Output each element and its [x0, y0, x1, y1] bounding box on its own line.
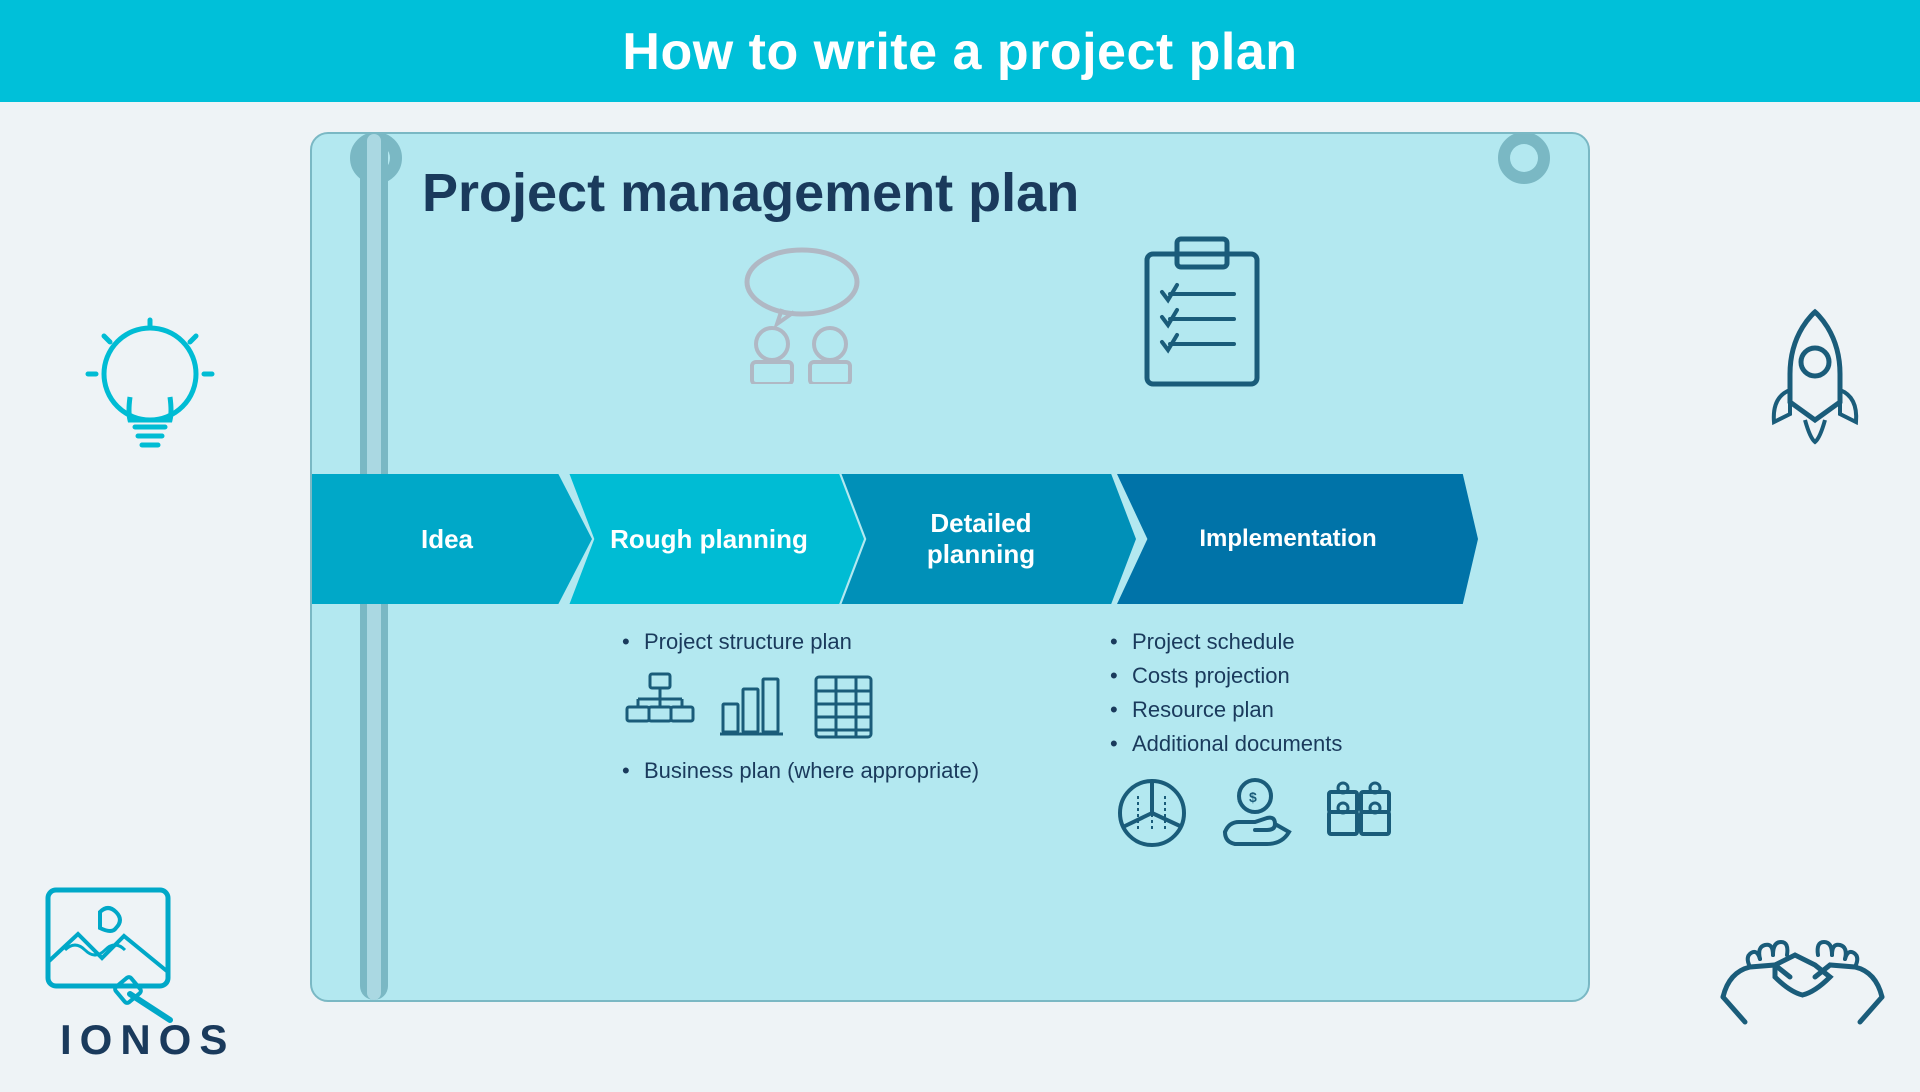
arrow-detailed-planning: Detailedplanning: [826, 474, 1136, 604]
pie-calendar-icon: [1110, 771, 1195, 856]
detailed-item-1: • Project schedule: [1110, 629, 1558, 655]
svg-text:1: 1: [1237, 794, 1243, 805]
money-hand-icon: $ 1: [1217, 774, 1297, 854]
scroll-curl-top-right: [1498, 132, 1550, 184]
page-title: How to write a project plan: [0, 22, 1920, 82]
spreadsheet-icon: [808, 669, 883, 744]
svg-text:$: $: [1249, 789, 1257, 805]
arrow-implementation: Implementation: [1098, 474, 1478, 604]
arrow-idea: Idea: [312, 474, 592, 604]
image-search-icon: [40, 882, 200, 1032]
blocks-icon: [1319, 774, 1399, 854]
org-chart-icon: [622, 669, 697, 744]
arrow-implementation-label: Implementation: [1199, 525, 1376, 553]
rough-planning-icons: [622, 669, 1070, 744]
arrow-rough-planning: Rough planning: [554, 474, 864, 604]
scroll-container: Project management plan: [310, 132, 1590, 1002]
clipboard-checklist-icon: [1132, 229, 1272, 394]
arrow-rough-label: Rough planning: [610, 524, 808, 555]
arrow-idea-label: Idea: [421, 524, 473, 555]
detailed-item-3: • Resource plan: [1110, 697, 1558, 723]
discussion-icon: [712, 244, 892, 389]
detailed-item-2: • Costs projection: [1110, 663, 1558, 689]
main-content: Project management plan: [0, 102, 1920, 1092]
content-below-arrows: • Project structure plan: [622, 629, 1558, 856]
detailed-item-4: • Additional documents: [1110, 731, 1558, 757]
arrows-row: Idea Rough planning Detailedplanning Imp…: [312, 474, 1588, 604]
header-bar: How to write a project plan: [0, 0, 1920, 102]
idea-lightbulb-icon: [80, 312, 220, 477]
handshake-icon: [1715, 917, 1890, 1052]
detailed-planning-content: • Project schedule • Costs projection • …: [1110, 629, 1558, 856]
rough-planning-content: • Project structure plan: [622, 629, 1070, 856]
rough-item-1: • Project structure plan: [622, 629, 1070, 655]
rough-item-2: • Business plan (where appropriate): [622, 758, 1070, 784]
arrow-detailed-label: Detailedplanning: [927, 508, 1035, 570]
scroll-title: Project management plan: [422, 162, 1079, 224]
rocket-icon: [1750, 302, 1880, 462]
detailed-planning-icons: $ 1: [1110, 771, 1558, 856]
ionos-brand: IONOS: [60, 1016, 235, 1064]
bar-chart-icon: [715, 669, 790, 744]
